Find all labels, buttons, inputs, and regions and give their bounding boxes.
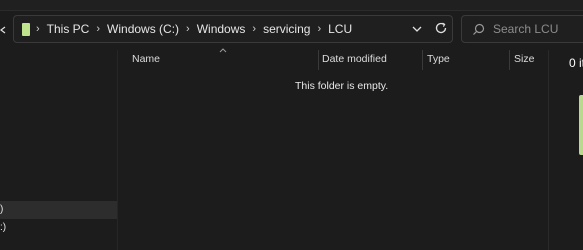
empty-folder-message: This folder is empty. xyxy=(295,80,389,92)
breadcrumb-windows[interactable]: Windows xyxy=(197,22,246,36)
breadcrumb-chevron-icon: › xyxy=(96,23,101,35)
column-header-name[interactable]: Name xyxy=(132,50,160,70)
nav-item-label: ) xyxy=(0,204,4,215)
chevron-down-icon[interactable] xyxy=(410,22,424,36)
breadcrumb-this-pc[interactable]: This PC xyxy=(47,22,90,36)
column-header-row: Name Date modified Type Size xyxy=(118,48,548,70)
location-icon xyxy=(22,22,30,36)
search-icon xyxy=(473,23,485,35)
pane-divider[interactable] xyxy=(117,50,118,250)
nav-item-label: :) xyxy=(0,222,7,233)
breadcrumb-lcu[interactable]: LCU xyxy=(328,22,352,36)
breadcrumb-chevron-icon: › xyxy=(36,23,40,35)
address-bar[interactable]: › This PC › Windows (C:) › Windows › ser… xyxy=(13,15,453,43)
refresh-icon[interactable] xyxy=(433,20,449,36)
column-header-type[interactable]: Type xyxy=(427,50,450,70)
breadcrumb: › This PC › Windows (C:) › Windows › ser… xyxy=(36,22,359,36)
nav-item[interactable]: :) xyxy=(0,219,117,237)
nav-item-selected[interactable]: ) xyxy=(0,201,117,219)
column-divider[interactable] xyxy=(509,50,510,70)
details-preview-edge xyxy=(579,95,583,155)
column-header-date-modified[interactable]: Date modified xyxy=(322,50,387,70)
column-divider[interactable] xyxy=(422,50,423,70)
back-arrow-icon[interactable] xyxy=(0,18,6,42)
search-placeholder: Search LCU xyxy=(493,22,559,36)
column-divider[interactable] xyxy=(318,50,319,70)
breadcrumb-windows-c[interactable]: Windows (C:) xyxy=(107,22,179,36)
sort-up-icon xyxy=(219,48,227,53)
breadcrumb-chevron-icon: › xyxy=(252,23,257,35)
column-header-size[interactable]: Size xyxy=(514,50,534,70)
search-box[interactable]: Search LCU xyxy=(461,15,583,43)
breadcrumb-servicing[interactable]: servicing xyxy=(263,22,310,36)
details-pane xyxy=(548,50,583,250)
title-bar-strip xyxy=(0,0,583,11)
breadcrumb-chevron-icon: › xyxy=(186,23,190,35)
details-item-count: 0 it xyxy=(569,56,583,70)
breadcrumb-chevron-icon: › xyxy=(317,23,322,35)
